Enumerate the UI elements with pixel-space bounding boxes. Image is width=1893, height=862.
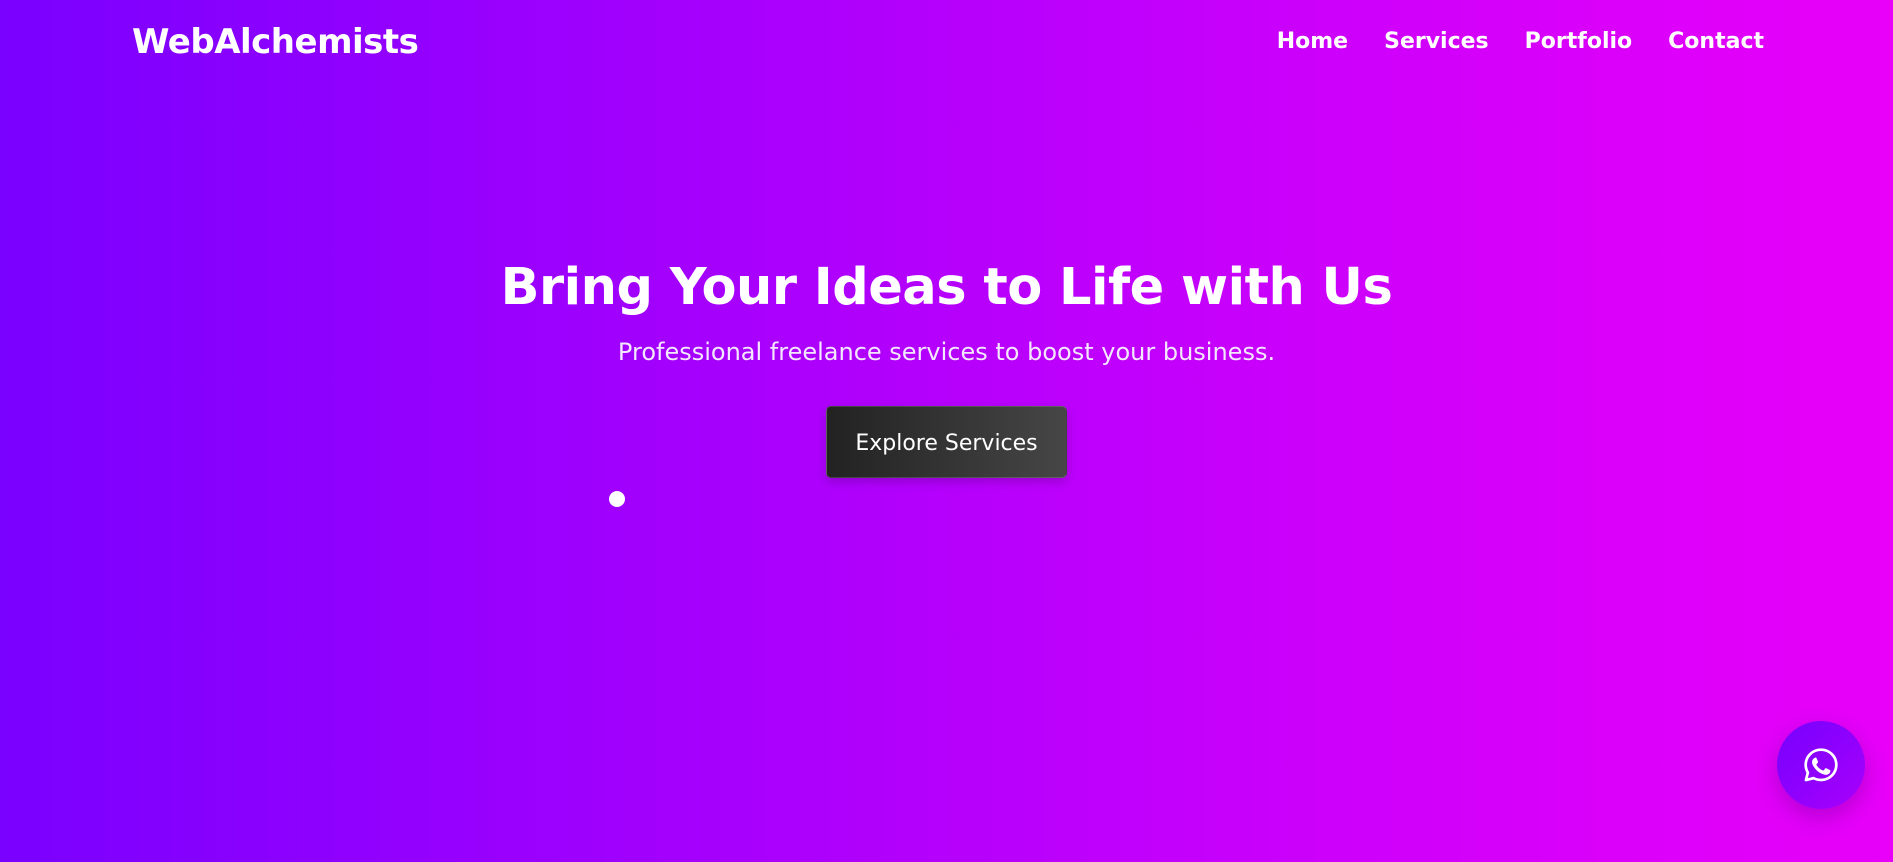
hero-title: Bring Your Ideas to Life with Us [500,258,1393,317]
main-nav: Home Services Portfolio Contact [1277,26,1764,58]
hero-subtitle: Professional freelance services to boost… [617,338,1276,366]
brand-logo[interactable]: WebAlchemists [132,20,419,64]
whatsapp-icon [1800,744,1842,786]
hero-section: Bring Your Ideas to Life with Us Profess… [0,250,1893,478]
nav-contact[interactable]: Contact [1668,26,1764,58]
nav-home[interactable]: Home [1277,26,1348,58]
whatsapp-chat-button[interactable] [1777,721,1865,809]
page: WebAlchemists Home Services Portfolio Co… [0,0,1893,862]
explore-services-button[interactable]: Explore Services [826,406,1067,478]
cursor-dot [609,491,625,507]
nav-portfolio[interactable]: Portfolio [1525,26,1633,58]
top-navigation: WebAlchemists Home Services Portfolio Co… [0,0,1893,86]
nav-services[interactable]: Services [1384,26,1489,58]
